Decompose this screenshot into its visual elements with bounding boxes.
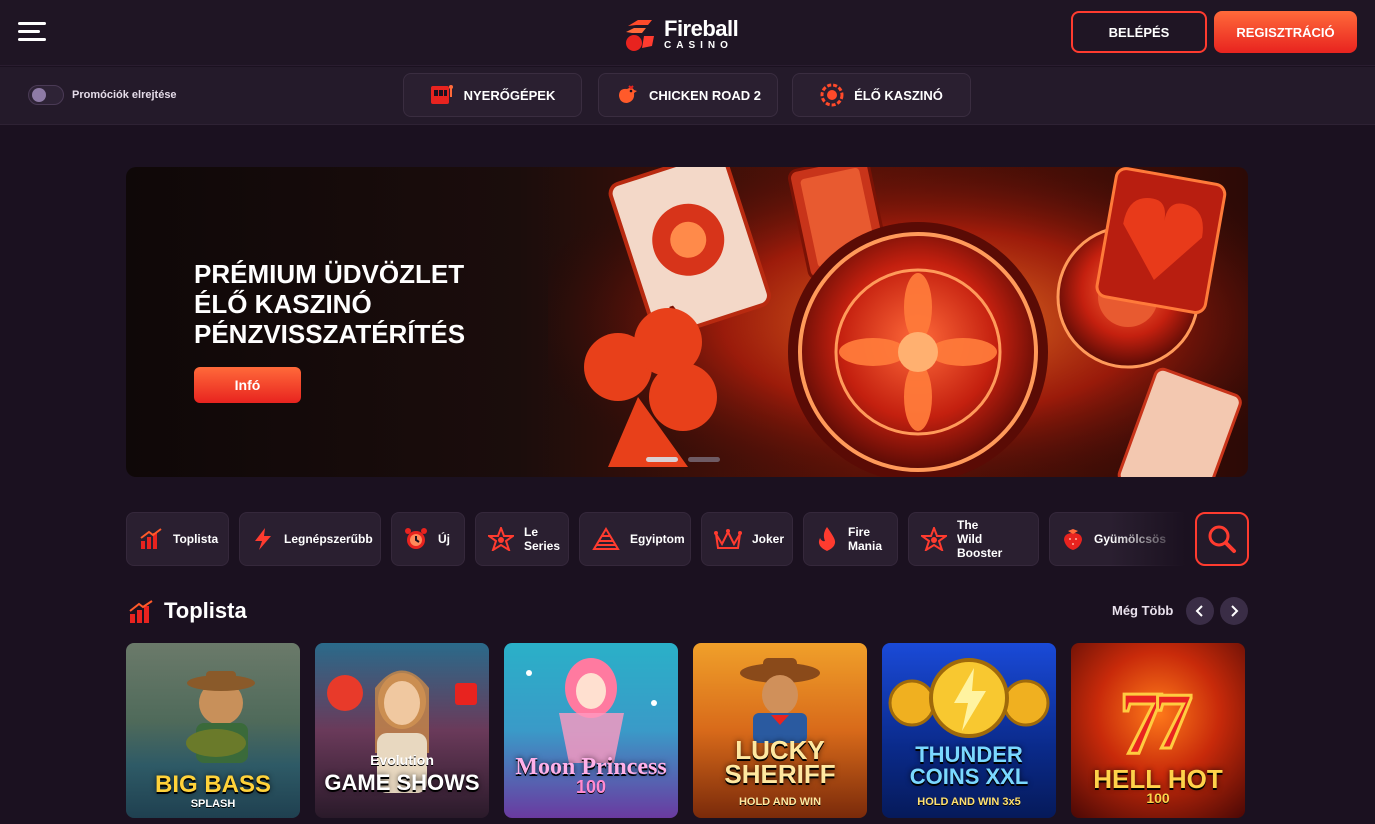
tab-chicken-road[interactable]: CHICKEN ROAD 2 xyxy=(598,73,778,117)
game-tile-evolution-game-shows[interactable]: Evolution GAME SHOWS xyxy=(315,643,489,818)
game-subtitle: HOLD AND WIN 3x5 xyxy=(917,796,1021,808)
promo-banner[interactable]: A xyxy=(126,167,1248,477)
category-toplist-label: Toplista xyxy=(173,532,219,546)
game-subtitle: 100 xyxy=(1146,790,1170,806)
chicken-icon xyxy=(619,85,638,103)
carousel-dot-2[interactable] xyxy=(688,457,720,462)
category-most-popular-label: Legnépszerűbb xyxy=(284,532,373,546)
pyramid-icon xyxy=(592,527,620,550)
category-toplist[interactable]: Toplista xyxy=(126,512,229,566)
bar-chart-icon xyxy=(129,600,153,623)
jester-hat-icon xyxy=(714,529,742,549)
search-button[interactable] xyxy=(1195,512,1249,566)
game-tile-big-bass-splash[interactable]: BIG BASS SPLASH xyxy=(126,643,300,818)
flame-icon xyxy=(818,527,836,551)
game-title: GAME SHOWS xyxy=(324,770,480,795)
banner-headline: PRÉMIUM ÜDVÖZLET ÉLŐ KASZINÓ PÉNZVISSZAT… xyxy=(194,259,524,349)
register-button[interactable]: REGISZTRÁCIÓ xyxy=(1214,11,1357,53)
sheriff-image xyxy=(740,658,820,743)
category-fire-mania-label-line2: Mania xyxy=(848,539,883,553)
chevron-right-icon xyxy=(1231,605,1239,617)
fireball-casino-logo[interactable]: Fireball CASINO xyxy=(622,14,762,54)
slot-machine-icon xyxy=(430,85,453,104)
logo-title: Fireball xyxy=(664,15,739,41)
category-egypt-label: Egyiptom xyxy=(630,532,685,546)
scroll-right-button[interactable] xyxy=(1220,597,1248,625)
category-wild-booster-label-line2: Wild Booster xyxy=(957,532,1003,560)
show-more-link[interactable]: Még Több xyxy=(1112,603,1173,618)
star-icon xyxy=(488,527,514,551)
category-joker[interactable]: Joker xyxy=(701,512,793,566)
banner-headline-line1: PRÉMIUM ÜDVÖZLET xyxy=(194,259,465,289)
category-wild-booster-label-line1: The xyxy=(957,518,979,532)
game-tile-thunder-coins-xxl[interactable]: THUNDER COINS XXL HOLD AND WIN 3x5 xyxy=(882,643,1056,818)
category-wild-booster[interactable]: The Wild Booster xyxy=(908,512,1039,566)
game-subtitle: 100 xyxy=(575,777,607,797)
category-fire-mania[interactable]: Fire Mania xyxy=(803,512,898,566)
alarm-clock-icon xyxy=(405,528,427,549)
game-title: HELL HOT xyxy=(1093,764,1223,794)
banner-cards-and-chip-image: A xyxy=(548,167,1248,477)
game-subtitle: SPLASH xyxy=(190,798,236,810)
category-le-series-label-line1: Le xyxy=(524,525,539,539)
category-new-label: Új xyxy=(438,532,450,546)
game-title: BIG BASS xyxy=(154,771,271,798)
game-subtitle: HOLD AND WIN xyxy=(738,796,822,808)
tab-slots[interactable]: NYERŐGÉPEK xyxy=(403,73,582,117)
category-fire-mania-label: Fire Mania xyxy=(848,525,882,553)
bar-chart-icon xyxy=(140,528,162,549)
category-fruity[interactable]: Gyümölcsös xyxy=(1049,512,1189,566)
tab-live-casino[interactable]: ÉLŐ KASZINÓ xyxy=(792,73,971,117)
svg-text:7: 7 xyxy=(1153,678,1193,766)
game-provider: Evolution xyxy=(370,752,434,768)
roulette-chip-icon xyxy=(820,83,844,107)
hide-promotions-label: Promóciók elrejtése xyxy=(72,89,177,101)
menu-hamburger-icon[interactable] xyxy=(18,22,46,44)
tab-chicken-road-label: CHICKEN ROAD 2 xyxy=(649,87,761,103)
category-fire-mania-label-line1: Fire xyxy=(848,525,871,539)
game-title: THUNDER COINS XXL xyxy=(909,742,1029,789)
login-button[interactable]: BELÉPÉS xyxy=(1071,11,1207,53)
top-header: Fireball CASINO BELÉPÉS REGISZTRÁCIÓ xyxy=(0,0,1375,66)
fireball-logo-icon xyxy=(622,16,658,52)
tab-slots-label: NYERŐGÉPEK xyxy=(463,87,556,103)
banner-headline-line3: PÉNZVISSZATÉRÍTÉS xyxy=(194,319,466,349)
banner-info-button[interactable]: Infó xyxy=(194,367,301,403)
strawberry-icon xyxy=(1064,529,1082,550)
lightning-icon xyxy=(255,528,271,550)
game-title: LUCKY SHERIFF xyxy=(724,735,836,789)
category-joker-label: Joker xyxy=(752,532,785,546)
game-tile-hell-hot-100[interactable]: 7 7 HELL HOT 100 xyxy=(1071,643,1245,818)
category-le-series-label-line2: Series xyxy=(524,539,561,553)
sub-navigation: Promóciók elrejtése NYERŐGÉPEK CHICKEN R… xyxy=(0,67,1375,125)
banner-headline-line2: ÉLŐ KASZINÓ xyxy=(194,289,372,319)
game-title: Moon Princess xyxy=(515,754,667,780)
category-egypt[interactable]: Egyiptom xyxy=(579,512,691,566)
category-le-series-label: Le Series xyxy=(524,525,560,553)
category-most-popular[interactable]: Legnépszerűbb xyxy=(239,512,381,566)
star-icon xyxy=(921,527,947,551)
search-icon xyxy=(1208,525,1236,553)
tab-live-casino-label: ÉLŐ KASZINÓ xyxy=(854,87,943,103)
category-wild-booster-label: The Wild Booster xyxy=(957,518,1026,560)
carousel-dot-1[interactable] xyxy=(646,457,678,462)
scroll-left-button[interactable] xyxy=(1186,597,1214,625)
section-title-toplist: Toplista xyxy=(164,598,247,623)
category-le-series[interactable]: Le Series xyxy=(475,512,569,566)
category-new[interactable]: Új xyxy=(391,512,465,566)
game-tile-moon-princess-100[interactable]: Moon Princess 100 xyxy=(504,643,678,818)
gold-coins-lightning-image xyxy=(888,658,1050,738)
hide-promotions-toggle[interactable] xyxy=(28,85,64,105)
logo-subtitle: CASINO xyxy=(664,39,733,51)
game-tile-lucky-sheriff[interactable]: LUCKY SHERIFF HOLD AND WIN xyxy=(693,643,867,818)
banner-carousel-dots xyxy=(646,457,720,462)
chevron-left-icon xyxy=(1195,605,1203,617)
category-fruity-label: Gyümölcsös xyxy=(1094,532,1167,546)
